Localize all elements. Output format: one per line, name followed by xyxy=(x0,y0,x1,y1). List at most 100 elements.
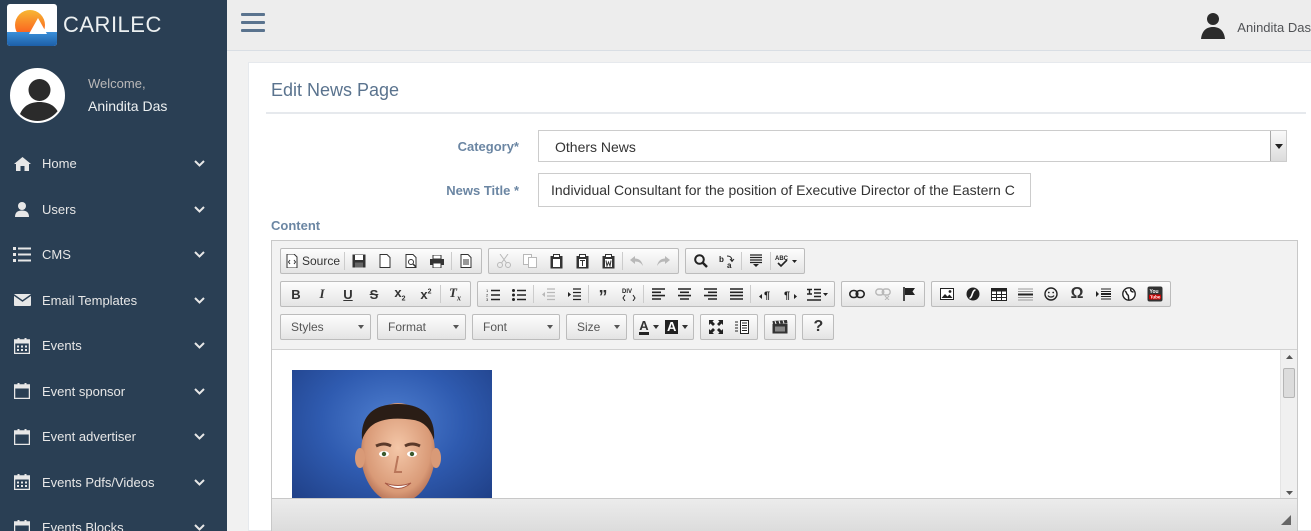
news-title-input[interactable]: Individual Consultant for the position o… xyxy=(538,173,1031,207)
rich-text-editor: Source ba ABC B I U S x2 x2 Tx 1 2 3 ” D… xyxy=(271,240,1298,531)
flash-icon xyxy=(966,287,980,301)
styles-dropdown[interactable]: Styles xyxy=(280,314,371,340)
anchor-button[interactable] xyxy=(896,283,922,305)
category-select[interactable]: Others News xyxy=(538,130,1287,162)
new-page-icon xyxy=(379,254,391,268)
scroll-thumb[interactable] xyxy=(1283,368,1295,398)
indent-button[interactable] xyxy=(561,283,587,305)
sidebar-item-events-blocks[interactable]: Events Blocks xyxy=(0,505,227,531)
justify-icon xyxy=(729,288,743,300)
smiley-button[interactable] xyxy=(1038,283,1064,305)
media-embed-button[interactable] xyxy=(767,316,793,338)
justify-button[interactable] xyxy=(723,283,749,305)
scroll-up-icon[interactable] xyxy=(1281,350,1297,364)
sidebar-item-label: Events Blocks xyxy=(42,520,124,531)
preview-button[interactable] xyxy=(398,250,424,272)
superscript-button[interactable]: x2 xyxy=(413,283,439,305)
sidebar-item-event-sponsor[interactable]: Event sponsor xyxy=(0,369,227,415)
align-center-button[interactable] xyxy=(671,283,697,305)
resize-grip-icon[interactable] xyxy=(1281,515,1291,525)
toolbar-group-tools xyxy=(700,314,759,340)
copy-button[interactable] xyxy=(517,250,543,272)
blockquote-icon: ” xyxy=(598,287,608,307)
editor-content-area[interactable] xyxy=(272,349,1297,499)
rtl-icon: ¶ xyxy=(784,290,797,300)
templates-button[interactable] xyxy=(453,250,479,272)
blockquote-button[interactable]: ” xyxy=(590,283,616,307)
align-right-button[interactable] xyxy=(697,283,723,305)
styles-label: Styles xyxy=(291,320,324,334)
paste-word-button[interactable] xyxy=(595,250,621,272)
sidebar-item-label: Email Templates xyxy=(42,292,138,308)
horizontal-rule-button[interactable] xyxy=(1012,283,1038,305)
maximize-button[interactable] xyxy=(703,316,729,338)
youtube-icon: YouTube xyxy=(1147,286,1163,302)
subscript-button[interactable]: x2 xyxy=(387,283,413,305)
source-button[interactable]: Source xyxy=(283,250,343,272)
text-color-button[interactable]: A xyxy=(636,316,662,338)
replace-button[interactable]: ba xyxy=(714,250,740,272)
brand[interactable]: CARILEC xyxy=(0,0,227,50)
help-button[interactable]: ? xyxy=(805,316,831,338)
find-button[interactable] xyxy=(688,250,714,272)
link-button[interactable] xyxy=(844,283,870,305)
language-button[interactable] xyxy=(804,283,832,305)
bulleted-list-button[interactable] xyxy=(506,283,532,305)
toolbar-row-3: Styles Format Font Size A A ? xyxy=(280,314,840,340)
remove-format-button[interactable]: Tx xyxy=(442,283,468,305)
text-direction-ltr-button[interactable]: ¶ xyxy=(752,283,778,305)
chevron-down-icon xyxy=(193,203,205,215)
paste-text-button[interactable] xyxy=(569,250,595,272)
print-button[interactable] xyxy=(424,250,450,272)
sidebar-item-events-pdfs-videos[interactable]: Events Pdfs/Videos xyxy=(0,460,227,506)
text-direction-rtl-button[interactable]: ¶ xyxy=(778,283,804,305)
top-user-menu[interactable]: Anindita Das xyxy=(1199,11,1311,44)
dropdown-arrow-icon[interactable] xyxy=(1270,131,1286,161)
bold-button[interactable]: B xyxy=(283,283,309,305)
bold-icon: B xyxy=(291,286,301,302)
sidebar-item-event-advertiser[interactable]: Event advertiser xyxy=(0,414,227,460)
sidebar-item-cms[interactable]: CMS xyxy=(0,232,227,278)
language-icon xyxy=(807,288,828,301)
underline-icon: U xyxy=(343,286,353,302)
editor-scrollbar[interactable] xyxy=(1280,350,1297,499)
bg-color-button[interactable]: A xyxy=(662,316,691,338)
size-dropdown[interactable]: Size xyxy=(566,314,627,340)
numbered-list-button[interactable]: 123 xyxy=(480,283,506,305)
svg-text:3: 3 xyxy=(486,297,489,301)
table-button[interactable] xyxy=(986,283,1012,305)
redo-button[interactable] xyxy=(650,250,676,272)
save-button[interactable] xyxy=(346,250,372,272)
youtube-button[interactable]: You Tube xyxy=(1142,283,1168,305)
new-page-button[interactable] xyxy=(372,250,398,272)
page-break-button[interactable] xyxy=(1090,283,1116,305)
show-blocks-button[interactable] xyxy=(729,316,755,338)
select-all-button[interactable] xyxy=(743,250,769,272)
create-div-button[interactable]: DIV xyxy=(616,283,642,305)
image-button[interactable] xyxy=(934,283,960,305)
sidebar-item-users[interactable]: Users xyxy=(0,187,227,233)
chevron-down-icon xyxy=(193,294,205,306)
flash-button[interactable] xyxy=(960,283,986,305)
undo-button[interactable] xyxy=(624,250,650,272)
cut-button[interactable] xyxy=(491,250,517,272)
align-left-button[interactable] xyxy=(645,283,671,305)
iframe-button[interactable] xyxy=(1116,283,1142,305)
sidebar-item-home[interactable]: Home xyxy=(0,141,227,187)
font-dropdown[interactable]: Font xyxy=(472,314,560,340)
spellcheck-button[interactable]: ABC xyxy=(772,250,802,272)
special-char-button[interactable]: Ω xyxy=(1064,283,1090,305)
news-photo[interactable] xyxy=(292,370,492,499)
paste-button[interactable] xyxy=(543,250,569,272)
outdent-button[interactable] xyxy=(535,283,561,305)
top-nav: Anindita Das xyxy=(227,0,1311,51)
sidebar-item-email-templates[interactable]: Email Templates xyxy=(0,278,227,324)
underline-button[interactable]: U xyxy=(335,283,361,305)
italic-button[interactable]: I xyxy=(309,283,335,305)
toolbar-group-links xyxy=(841,281,925,307)
format-dropdown[interactable]: Format xyxy=(377,314,466,340)
unlink-button[interactable] xyxy=(870,283,896,305)
sidebar-item-events[interactable]: Events xyxy=(0,323,227,369)
strike-button[interactable]: S xyxy=(361,283,387,305)
menu-toggle-icon[interactable] xyxy=(241,13,265,33)
